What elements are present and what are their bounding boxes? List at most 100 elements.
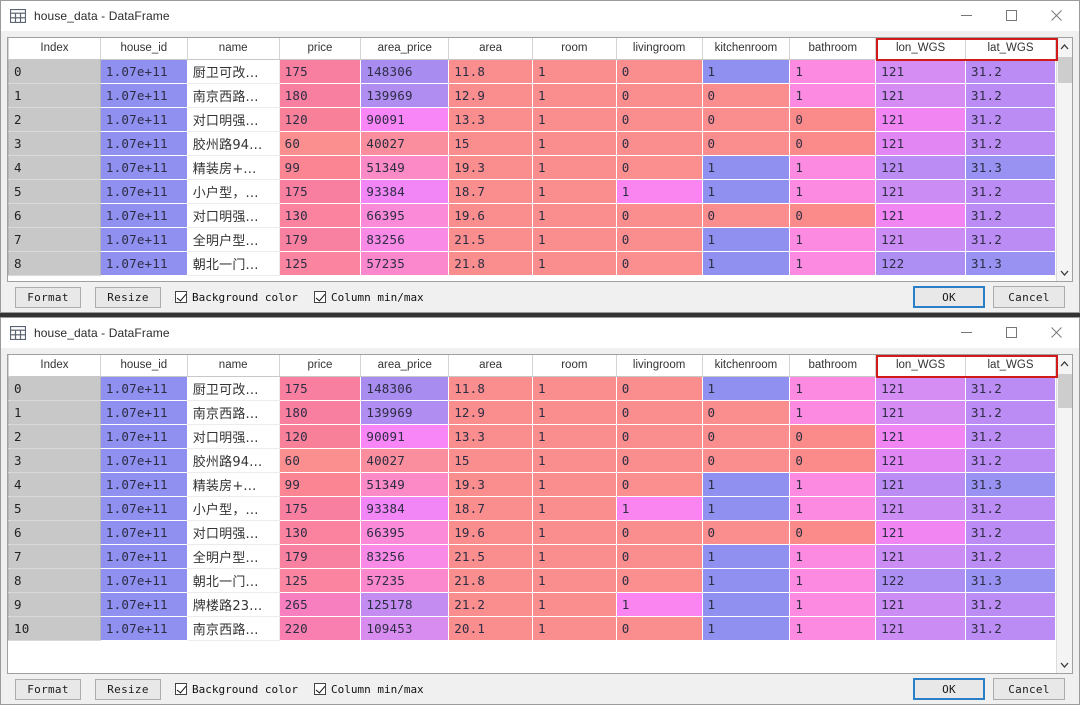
cell-price[interactable]: 175 xyxy=(279,496,362,521)
cell-livingroom[interactable]: 0 xyxy=(616,448,703,473)
cell-name[interactable]: 朝北一门... xyxy=(187,568,280,593)
cell-lon_wgs[interactable]: 121 xyxy=(875,203,967,228)
table-row[interactable]: 0 1.07e+11 厨卫可改... 175 148306 11.8 1 0 1 1 121 31.2 xyxy=(8,59,1056,84)
titlebar-bottom[interactable]: house_data - DataFrame xyxy=(1,318,1079,348)
cell-room[interactable]: 1 xyxy=(532,227,617,252)
cell-lat_wgs[interactable]: 31.2 xyxy=(965,400,1056,425)
cell-livingroom[interactable]: 0 xyxy=(616,227,703,252)
cell-lon_wgs[interactable]: 121 xyxy=(875,376,967,401)
table-row[interactable]: 4 1.07e+11 精装房+... 99 51349 19.3 1 0 1 1 121 31.3 xyxy=(8,472,1056,497)
cell-lon_wgs[interactable]: 121 xyxy=(875,227,967,252)
cell-lon_wgs[interactable]: 121 xyxy=(875,400,967,425)
cell-lat_wgs[interactable]: 31.3 xyxy=(965,472,1056,497)
cell-lon_wgs[interactable]: 121 xyxy=(875,59,967,84)
cell-kitchenroom[interactable]: 1 xyxy=(702,227,791,252)
cell-lat_wgs[interactable]: 31.2 xyxy=(965,496,1056,521)
cancel-button[interactable]: Cancel xyxy=(993,678,1065,700)
format-button[interactable]: Format xyxy=(15,678,81,700)
cell-index[interactable]: 6 xyxy=(8,520,101,545)
column-header-lon_wgs[interactable]: lon_WGS xyxy=(875,38,967,60)
cell-lon_wgs[interactable]: 121 xyxy=(875,107,967,132)
cell-name[interactable]: 胶州路94... xyxy=(187,448,280,473)
vertical-scrollbar-bottom[interactable] xyxy=(1056,355,1072,673)
cell-name[interactable]: 对口明强... xyxy=(187,107,280,132)
cell-bathroom[interactable]: 1 xyxy=(789,59,877,84)
cell-area[interactable]: 20.1 xyxy=(448,616,533,641)
table-row[interactable]: 6 1.07e+11 对口明强... 130 66395 19.6 1 0 0 0 121 31.2 xyxy=(8,203,1056,228)
cell-name[interactable]: 南京西路... xyxy=(187,616,280,641)
cell-price[interactable]: 120 xyxy=(279,107,362,132)
cell-area[interactable]: 19.3 xyxy=(448,155,533,180)
column-header-livingroom[interactable]: livingroom xyxy=(616,38,703,60)
cell-area_price[interactable]: 139969 xyxy=(360,400,450,425)
cell-area[interactable]: 21.5 xyxy=(448,544,533,569)
cell-area[interactable]: 19.6 xyxy=(448,520,533,545)
cell-index[interactable]: 4 xyxy=(8,155,101,180)
cell-price[interactable]: 180 xyxy=(279,400,362,425)
cell-index[interactable]: 2 xyxy=(8,424,101,449)
cell-house_id[interactable]: 1.07e+11 xyxy=(100,227,188,252)
table-row[interactable]: 1 1.07e+11 南京西路... 180 139969 12.9 1 0 0 1 121 31.2 xyxy=(8,83,1056,108)
cell-livingroom[interactable]: 0 xyxy=(616,520,703,545)
cell-kitchenroom[interactable]: 1 xyxy=(702,616,791,641)
cell-bathroom[interactable]: 1 xyxy=(789,227,877,252)
cell-house_id[interactable]: 1.07e+11 xyxy=(100,400,188,425)
cell-index[interactable]: 3 xyxy=(8,448,101,473)
cell-lon_wgs[interactable]: 121 xyxy=(875,496,967,521)
cell-index[interactable]: 1 xyxy=(8,400,101,425)
cell-kitchenroom[interactable]: 0 xyxy=(702,131,791,156)
cell-index[interactable]: 8 xyxy=(8,251,101,276)
cell-livingroom[interactable]: 1 xyxy=(616,496,703,521)
column-header-livingroom[interactable]: livingroom xyxy=(616,355,703,377)
cell-livingroom[interactable]: 0 xyxy=(616,251,703,276)
table-row[interactable]: 8 1.07e+11 朝北一门... 125 57235 21.8 1 0 1 1 122 31.3 xyxy=(8,568,1056,593)
cell-room[interactable]: 1 xyxy=(532,496,617,521)
cell-lon_wgs[interactable]: 122 xyxy=(875,251,967,276)
cell-area_price[interactable]: 148306 xyxy=(360,376,450,401)
cell-area[interactable]: 18.7 xyxy=(448,179,533,204)
cell-index[interactable]: 9 xyxy=(8,592,101,617)
cell-area_price[interactable]: 125178 xyxy=(360,592,450,617)
scroll-down-icon[interactable] xyxy=(1056,656,1072,673)
cell-kitchenroom[interactable]: 0 xyxy=(702,107,791,132)
table-scroll-area-bottom[interactable]: Index house_id name price area_price area room… xyxy=(8,355,1056,673)
cell-price[interactable]: 120 xyxy=(279,424,362,449)
column-header-lat_wgs[interactable]: lat_WGS xyxy=(965,38,1056,60)
cell-room[interactable]: 1 xyxy=(532,203,617,228)
cell-area[interactable]: 11.8 xyxy=(448,59,533,84)
cell-lon_wgs[interactable]: 121 xyxy=(875,155,967,180)
maximize-icon[interactable] xyxy=(989,1,1034,31)
cell-bathroom[interactable]: 0 xyxy=(789,107,877,132)
cell-area[interactable]: 13.3 xyxy=(448,107,533,132)
cell-room[interactable]: 1 xyxy=(532,448,617,473)
cell-area[interactable]: 19.3 xyxy=(448,472,533,497)
cell-room[interactable]: 1 xyxy=(532,251,617,276)
format-button[interactable]: Format xyxy=(15,286,81,308)
cell-index[interactable]: 8 xyxy=(8,568,101,593)
resize-button[interactable]: Resize xyxy=(95,678,161,700)
cell-price[interactable]: 125 xyxy=(279,251,362,276)
cell-lon_wgs[interactable]: 121 xyxy=(875,83,967,108)
column-header-area_price[interactable]: area_price xyxy=(360,38,450,60)
cell-room[interactable]: 1 xyxy=(532,155,617,180)
cell-livingroom[interactable]: 0 xyxy=(616,203,703,228)
cell-name[interactable]: 胶州路94... xyxy=(187,131,280,156)
cell-index[interactable]: 4 xyxy=(8,472,101,497)
cell-name[interactable]: 小户型，... xyxy=(187,179,280,204)
cell-bathroom[interactable]: 1 xyxy=(789,83,877,108)
table-row[interactable]: 6 1.07e+11 对口明强... 130 66395 19.6 1 0 0 0 121 31.2 xyxy=(8,520,1056,545)
cell-lon_wgs[interactable]: 121 xyxy=(875,592,967,617)
cell-kitchenroom[interactable]: 0 xyxy=(702,83,791,108)
column-header-house_id[interactable]: house_id xyxy=(100,355,188,377)
cell-livingroom[interactable]: 0 xyxy=(616,376,703,401)
cell-livingroom[interactable]: 0 xyxy=(616,107,703,132)
table-row[interactable]: 2 1.07e+11 对口明强... 120 90091 13.3 1 0 0 0 121 31.2 xyxy=(8,107,1056,132)
cell-room[interactable]: 1 xyxy=(532,472,617,497)
cell-lat_wgs[interactable]: 31.2 xyxy=(965,520,1056,545)
table-row[interactable]: 9 1.07e+11 牌楼路23... 265 125178 21.2 1 1 1 1 121 31.… xyxy=(8,592,1056,617)
cell-lat_wgs[interactable]: 31.3 xyxy=(965,251,1056,276)
cell-area_price[interactable]: 109453 xyxy=(360,616,450,641)
cell-room[interactable]: 1 xyxy=(532,131,617,156)
table-row[interactable]: 3 1.07e+11 胶州路94... 60 40027 15 1 0 0 0 121 31.2 xyxy=(8,131,1056,156)
cell-area_price[interactable]: 83256 xyxy=(360,544,450,569)
